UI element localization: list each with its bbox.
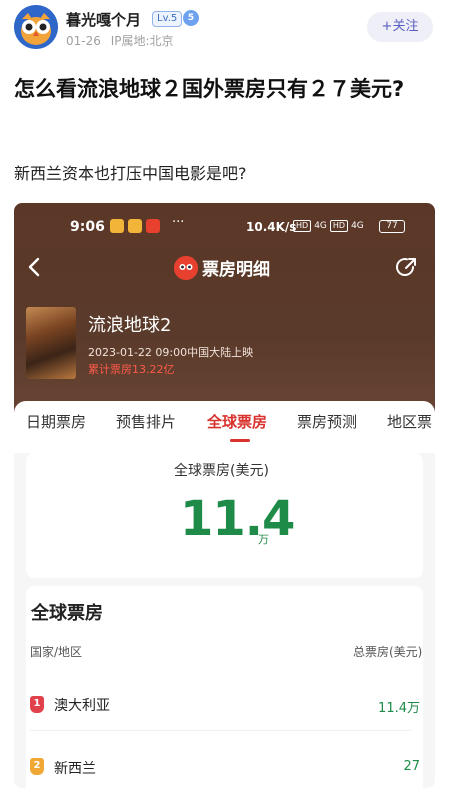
cat-logo-icon (174, 255, 198, 280)
signal-4g-icon: 4G (351, 221, 364, 231)
status-time: 9:06 (70, 219, 105, 235)
rank-badge-icon: 2 (30, 758, 44, 775)
row-divider (30, 730, 411, 731)
post-ip: IP属地:北京 (110, 34, 174, 48)
table-row-amount: 11.4万 (378, 701, 420, 716)
avatar[interactable] (14, 5, 58, 49)
follow-button[interactable]: +关注 (367, 12, 433, 42)
post-title: 怎么看流浪地球２国外票房只有２７美元? (14, 77, 405, 101)
tab-daily[interactable]: 日期票房 (26, 411, 86, 432)
post-header: 暮光嘎个月 Lv.5 5 01-26 IP属地:北京 +关注 (0, 0, 449, 62)
table-row-amount: 27 (403, 759, 420, 774)
post-body: 新西兰资本也打压中国电影是吧? (14, 164, 247, 183)
table-title: 全球票房 (31, 603, 103, 624)
column-header-total: 总票房(美元) (353, 645, 423, 659)
signal-icons: HD 4G HD 4G (293, 220, 364, 232)
tab-forecast[interactable]: 票房预测 (297, 411, 357, 432)
app-notification-icon (128, 219, 142, 233)
post-meta: 01-26 IP属地:北京 (66, 32, 174, 49)
level-badge: Lv.5 (152, 11, 183, 27)
global-box-office-value: 11.4 (180, 491, 295, 547)
battery-icon: 77 (379, 220, 405, 233)
network-speed: 10.4K/s (246, 220, 297, 234)
back-arrow-icon[interactable] (24, 255, 44, 279)
table-row-country[interactable]: 新西兰 (54, 758, 96, 778)
nav-title-text: 票房明细 (202, 260, 270, 280)
tab-region[interactable]: 地区票 (387, 411, 432, 432)
column-header-country: 国家/地区 (30, 645, 83, 659)
vip-badge-icon: 5 (183, 10, 199, 26)
film-release-date: 2023-01-22 09:00中国大陆上映 (88, 346, 254, 359)
film-total-box-office: 累计票房13.22亿 (88, 363, 175, 376)
hd-icon: HD (329, 220, 349, 232)
global-box-office-label: 全球票房(美元) (174, 463, 269, 479)
signal-4g-icon: 4G (314, 221, 327, 231)
active-tab-indicator (230, 439, 250, 442)
screenshot-header (14, 203, 435, 423)
post-date: 01-26 (66, 34, 101, 48)
table-row-country[interactable]: 澳大利亚 (54, 695, 110, 715)
film-poster[interactable] (26, 307, 76, 379)
owl-avatar-icon (14, 5, 58, 49)
app-notification-icon (110, 219, 124, 233)
embedded-screenshot[interactable]: 9:06 ··· 10.4K/s HD 4G HD 4G 77 票房明细 流浪地… (14, 203, 435, 788)
film-name: 流浪地球2 (88, 315, 172, 336)
status-app-icons (110, 219, 160, 233)
share-icon[interactable] (394, 255, 418, 279)
tab-global[interactable]: 全球票房 (207, 411, 267, 432)
tab-presale[interactable]: 预售排片 (116, 411, 176, 432)
nav-title: 票房明细 (174, 255, 270, 280)
rank-badge-icon: 1 (30, 696, 44, 713)
hd-icon: HD (293, 220, 312, 232)
status-more-dots: ··· (172, 215, 185, 230)
username[interactable]: 暮光嘎个月 (66, 9, 141, 30)
global-box-office-unit: 万 (258, 533, 269, 546)
app-notification-icon (146, 219, 160, 233)
